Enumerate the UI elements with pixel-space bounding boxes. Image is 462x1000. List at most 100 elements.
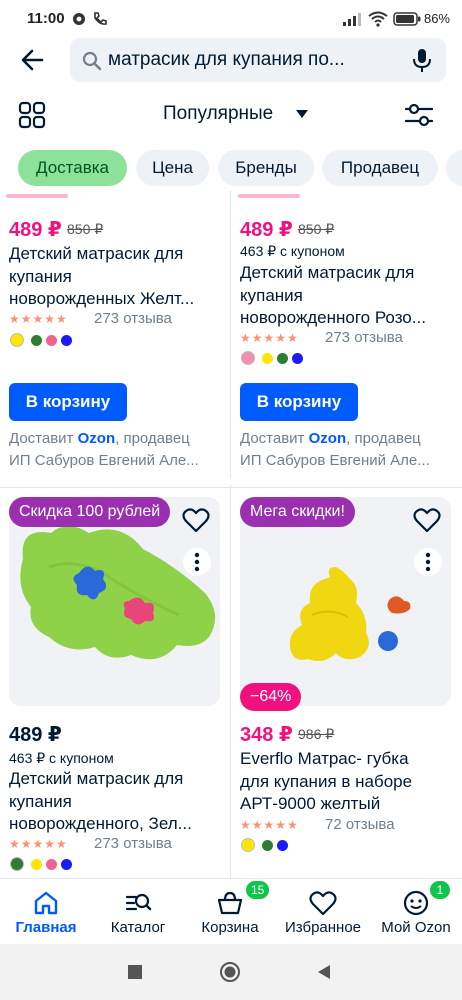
seller-name[interactable]: ИП Сабуров Евгений Але... xyxy=(240,450,455,472)
product-old-price: 986 ₽ xyxy=(298,726,335,742)
more-options-icon[interactable] xyxy=(414,548,442,576)
delivery-label: , продавец xyxy=(115,430,190,447)
color-swatch[interactable] xyxy=(61,859,72,870)
grid-view-icon[interactable] xyxy=(18,101,46,129)
image-edge xyxy=(238,194,300,198)
color-swatch[interactable] xyxy=(241,838,255,852)
recent-apps-icon[interactable] xyxy=(128,965,142,979)
title-line: новорожденных Желт... xyxy=(9,289,195,308)
more-options-icon[interactable] xyxy=(183,548,211,576)
delivery-info: Доставит Ozon, продавец ИП Сабуров Евген… xyxy=(240,428,455,472)
color-swatch[interactable] xyxy=(61,335,72,346)
reviews-count[interactable]: 273 отзыва xyxy=(94,835,172,852)
color-swatch[interactable] xyxy=(31,335,42,346)
color-swatch[interactable] xyxy=(292,353,303,364)
coupon-price: 463 ₽ с купоном xyxy=(9,750,114,766)
product-price: 489 ₽ xyxy=(9,219,62,241)
microphone-icon[interactable] xyxy=(412,48,432,74)
title-line: Everflo Матрас- губка xyxy=(240,749,409,768)
reviews-count[interactable]: 273 отзыва xyxy=(94,310,172,327)
promo-badge: Скидка 100 рублей xyxy=(9,497,171,527)
seller-name[interactable]: ИП Сабуров Евгений Але... xyxy=(9,450,224,472)
chip-seller[interactable]: Продавец xyxy=(322,150,438,186)
rating-stars: ★★★★★ xyxy=(240,331,299,345)
nav-catalog[interactable]: Каталог xyxy=(92,879,184,945)
heart-icon xyxy=(309,891,337,916)
system-navigation-bar xyxy=(0,944,462,1000)
color-swatch[interactable] xyxy=(31,859,42,870)
product-title[interactable]: Everflo Матрас- губка для купания в набо… xyxy=(240,748,454,816)
title-line: купания xyxy=(9,791,72,811)
heart-icon[interactable] xyxy=(182,507,210,533)
heart-icon[interactable] xyxy=(413,507,441,533)
smiley-profile-icon xyxy=(403,890,429,916)
nav-home-label: Главная xyxy=(15,919,77,936)
chip-brands[interactable]: Бренды xyxy=(218,150,314,186)
grid-divider xyxy=(0,487,462,488)
product-price: 348 ₽ xyxy=(240,724,293,746)
bottom-navigation: Главная Каталог Корзина 15 Избранное Мой… xyxy=(0,878,462,944)
product-price: 489 ₽ xyxy=(240,219,293,241)
reviews-count[interactable]: 273 отзыва xyxy=(325,329,403,346)
nav-favorites[interactable]: Избранное xyxy=(276,879,370,945)
filters-icon[interactable] xyxy=(404,101,434,129)
product-title[interactable]: Детский матрасик для купания новорожденн… xyxy=(9,243,223,311)
caret-down-icon xyxy=(296,110,308,118)
chip-more[interactable] xyxy=(446,150,462,186)
chip-price[interactable]: Цена xyxy=(136,150,209,186)
coupon-price: 463 ₽ с купоном xyxy=(240,243,345,259)
color-swatch[interactable] xyxy=(262,840,273,851)
color-swatch[interactable] xyxy=(241,351,255,365)
delivery-label: Доставит xyxy=(9,430,78,447)
home-button-icon[interactable] xyxy=(219,961,241,983)
nav-cart[interactable]: Корзина 15 xyxy=(184,879,276,945)
product-price: 489 ₽ xyxy=(9,724,62,746)
phone-icon xyxy=(94,12,107,25)
back-arrow-icon[interactable] xyxy=(16,42,50,78)
grid-divider xyxy=(230,485,231,880)
product-title[interactable]: Детский матрасик для купания новорожденн… xyxy=(240,262,454,330)
rating-stars: ★★★★★ xyxy=(240,818,299,832)
messenger-icon xyxy=(73,13,85,25)
back-triangle-icon[interactable] xyxy=(317,964,331,980)
add-to-cart-button[interactable]: В корзину xyxy=(9,383,127,421)
cart-count-badge: 15 xyxy=(246,881,270,899)
color-swatch[interactable] xyxy=(262,353,273,364)
sort-dropdown[interactable]: Популярные xyxy=(163,103,273,125)
product-title[interactable]: Детский матрасик для купания новорожденн… xyxy=(9,768,223,836)
chip-delivery[interactable]: Доставка xyxy=(18,150,127,186)
delivery-label: Доставит xyxy=(240,430,309,447)
color-swatch[interactable] xyxy=(46,859,57,870)
reviews-count[interactable]: 72 отзыва xyxy=(325,816,395,833)
delivery-brand: Ozon xyxy=(77,430,116,447)
basket-icon xyxy=(217,891,243,915)
profile-badge: 1 xyxy=(430,881,450,899)
delivery-info: Доставит Ozon, продавец ИП Сабуров Евген… xyxy=(9,428,224,472)
color-swatch[interactable] xyxy=(46,335,57,346)
title-line: Детский матрасик для xyxy=(9,244,184,263)
battery-icon xyxy=(393,12,421,26)
title-line: Детский матрасик для xyxy=(240,263,415,282)
title-line: новорожденного, Зел... xyxy=(9,814,192,833)
nav-profile[interactable]: Мой Ozon 1 xyxy=(370,879,462,945)
color-swatch[interactable] xyxy=(277,840,288,851)
status-bar: 11:00 86% xyxy=(0,0,462,38)
title-line: для купания в наборе xyxy=(240,771,413,791)
add-to-cart-button[interactable]: В корзину xyxy=(240,383,358,421)
nav-profile-label: Мой Ozon xyxy=(381,919,451,936)
screen: 11:00 86% матрасик для купания по... Поп… xyxy=(0,0,462,1000)
title-line: купания xyxy=(240,285,303,305)
delivery-brand: Ozon xyxy=(308,430,347,447)
search-input[interactable]: матрасик для купания по... xyxy=(70,38,446,82)
color-swatch[interactable] xyxy=(277,353,288,364)
color-swatch[interactable] xyxy=(10,333,24,347)
rating-stars: ★★★★★ xyxy=(9,837,68,851)
nav-home[interactable]: Главная xyxy=(0,879,92,945)
rating-stars: ★★★★★ xyxy=(9,312,68,326)
search-query: матрасик для купания по... xyxy=(108,49,345,70)
catalog-search-icon xyxy=(125,893,152,911)
title-line: Детский матрасик для xyxy=(9,769,184,788)
color-swatch[interactable] xyxy=(10,857,24,871)
title-line: купания xyxy=(9,266,72,286)
battery-percent: 86% xyxy=(423,11,450,26)
